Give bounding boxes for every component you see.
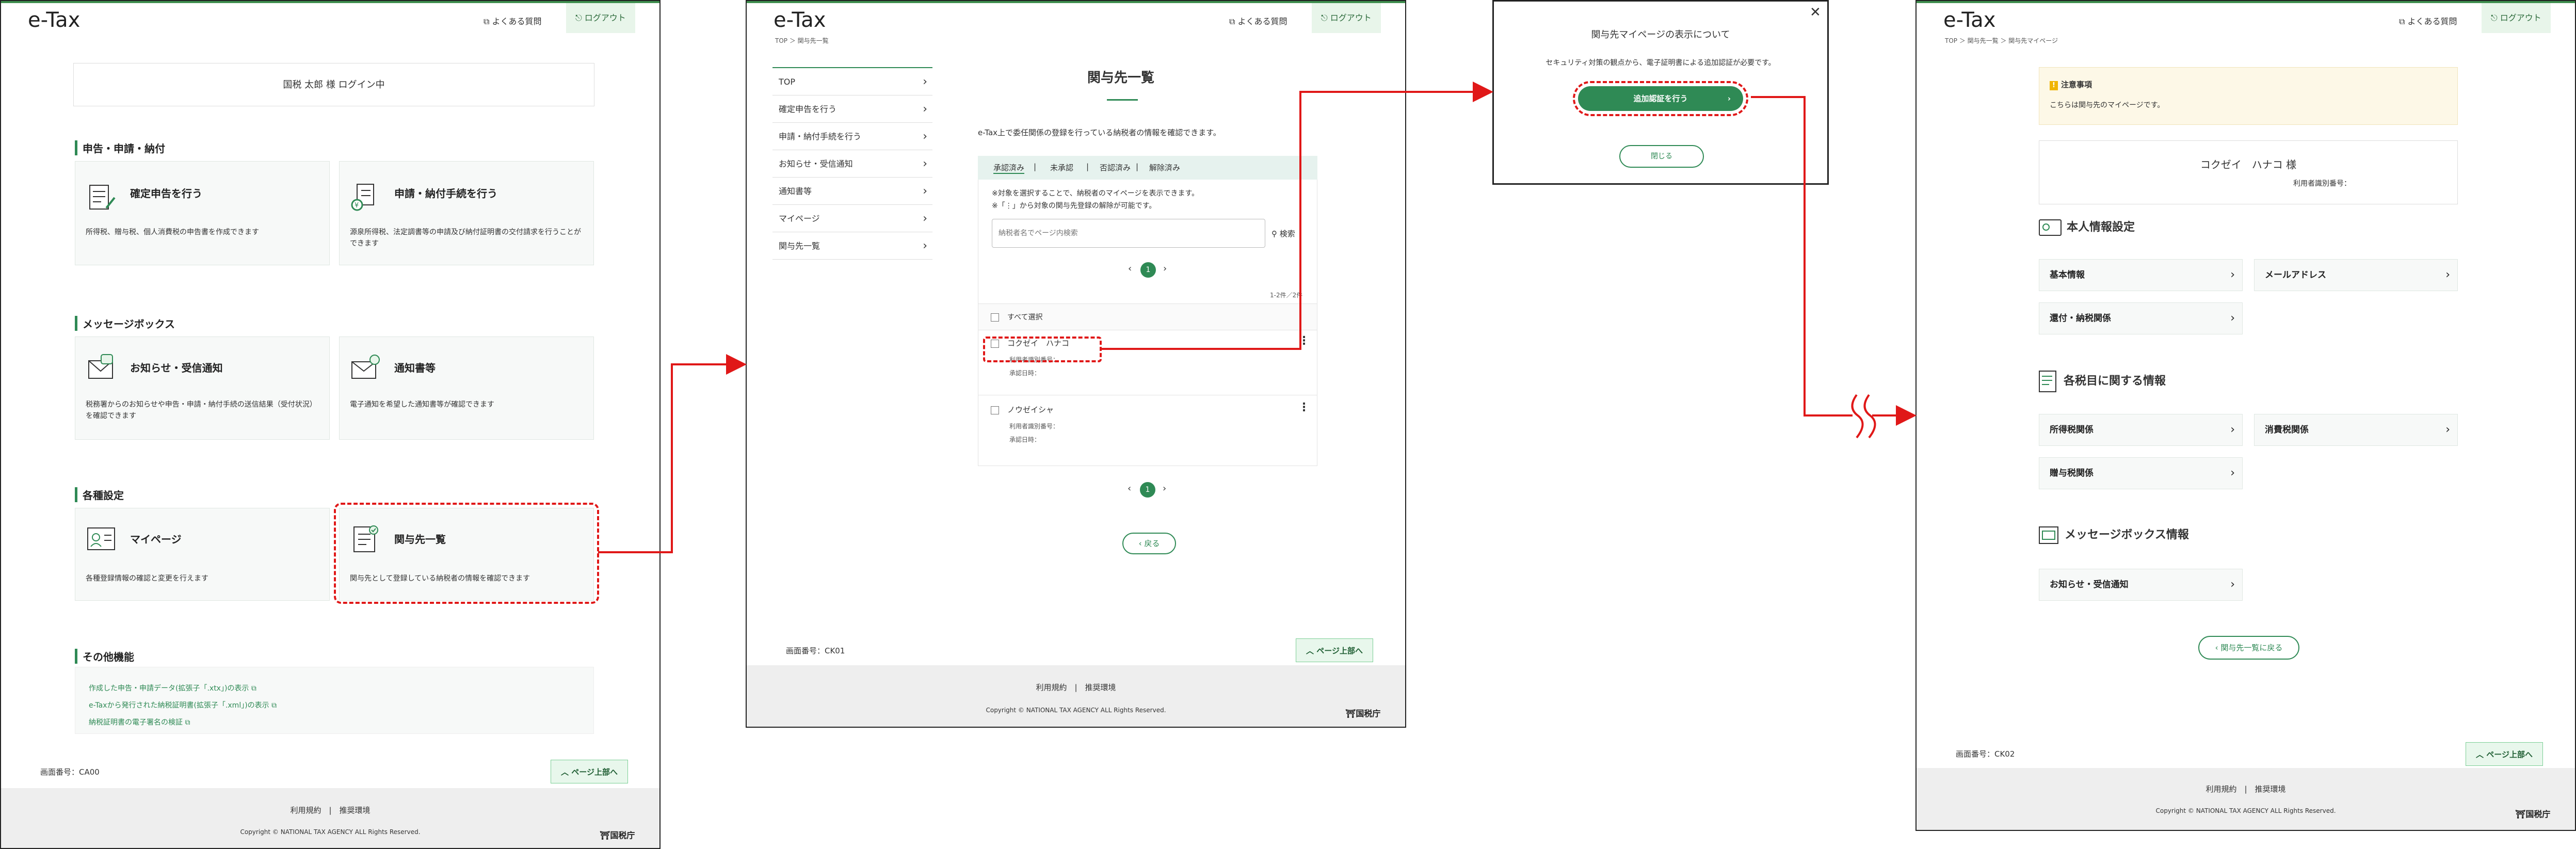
break-symbol (1851, 394, 1876, 439)
flow-arrow-2 (1101, 82, 1493, 350)
flow-arrow-1 (598, 354, 747, 553)
flow-arrow-3 (1751, 96, 1853, 417)
flow-arrows (598, 82, 1917, 553)
